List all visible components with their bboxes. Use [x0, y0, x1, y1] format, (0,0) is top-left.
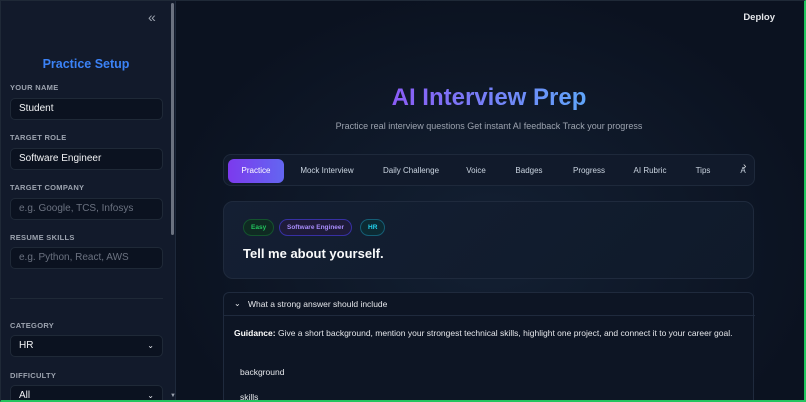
chevron-right-icon[interactable]: › [743, 161, 746, 172]
difficulty-select[interactable]: All ⌄ [10, 385, 163, 401]
category-select[interactable]: HR ⌄ [10, 335, 163, 357]
deploy-button[interactable]: Deploy [743, 12, 775, 23]
tab-daily-challenge[interactable]: Daily Challenge [376, 159, 446, 183]
question-text: Tell me about yourself. [243, 246, 384, 261]
app-title-text: AI Interview Prep [391, 84, 587, 111]
sidebar-title: Practice Setup [42, 57, 130, 71]
app-title: AI Interview Prep [177, 84, 801, 112]
sidebar: « Practice Setup YOUR NAME Student TARGE… [1, 1, 176, 401]
company-input[interactable]: e.g. Google, TCS, Infosys [10, 198, 163, 220]
company-label: TARGET COMPANY [10, 183, 85, 192]
question-card: Easy Software Engineer HR Tell me about … [223, 201, 754, 279]
role-input[interactable]: Software Engineer [10, 148, 163, 170]
tab-mock-interview[interactable]: Mock Interview [294, 159, 360, 183]
name-label: YOUR NAME [10, 83, 59, 92]
tab-progress[interactable]: Progress [567, 159, 611, 183]
keyword-item: skills [240, 392, 259, 402]
skills-label: RESUME SKILLS [10, 233, 75, 242]
sidebar-scrollbar[interactable] [171, 3, 174, 235]
difficulty-label: DIFFICULTY [10, 371, 57, 380]
answer-guide-expander: ⌄ What a strong answer should include Gu… [223, 292, 755, 402]
chevron-down-icon: ⌄ [234, 299, 241, 308]
chevron-down-icon: ⌄ [147, 341, 154, 350]
keyword-item: background [240, 367, 285, 377]
tab-ai-rubric[interactable]: AI Rubric [629, 159, 671, 183]
guidance-label: Guidance: [234, 328, 276, 338]
category-value: HR [19, 340, 34, 351]
tab-practice[interactable]: Practice [228, 159, 284, 183]
expander-title: What a strong answer should include [248, 299, 388, 309]
scroll-down-arrow-icon[interactable]: ▼ [170, 393, 176, 399]
chevron-down-icon: ⌄ [147, 391, 154, 400]
guidance-body: Give a short background, mention your st… [277, 328, 733, 338]
expander-header[interactable]: ⌄ What a strong answer should include [224, 293, 755, 316]
tab-voice[interactable]: Voice [460, 159, 492, 183]
role-label: TARGET ROLE [10, 133, 67, 142]
difficulty-badge: Easy [243, 219, 275, 236]
tab-badges[interactable]: Badges [510, 159, 548, 183]
app-subtitle: Practice real interview questions Get in… [335, 121, 643, 131]
tab-tips[interactable]: Tips [690, 159, 716, 183]
category-badge: HR [360, 219, 386, 236]
tab-bar: Practice Mock Interview Daily Challenge … [223, 154, 755, 186]
skills-input[interactable]: e.g. Python, React, AWS [10, 247, 163, 269]
difficulty-value: All [19, 390, 31, 401]
collapse-sidebar-icon[interactable]: « [148, 10, 156, 24]
main-content: Deploy AI Interview Prep Practice real i… [177, 1, 804, 402]
guidance-text: Guidance: Give a short background, menti… [234, 326, 744, 342]
role-badge: Software Engineer [279, 219, 353, 236]
sidebar-divider [10, 298, 163, 299]
name-input[interactable]: Student [10, 98, 163, 120]
category-label: CATEGORY [10, 321, 55, 330]
